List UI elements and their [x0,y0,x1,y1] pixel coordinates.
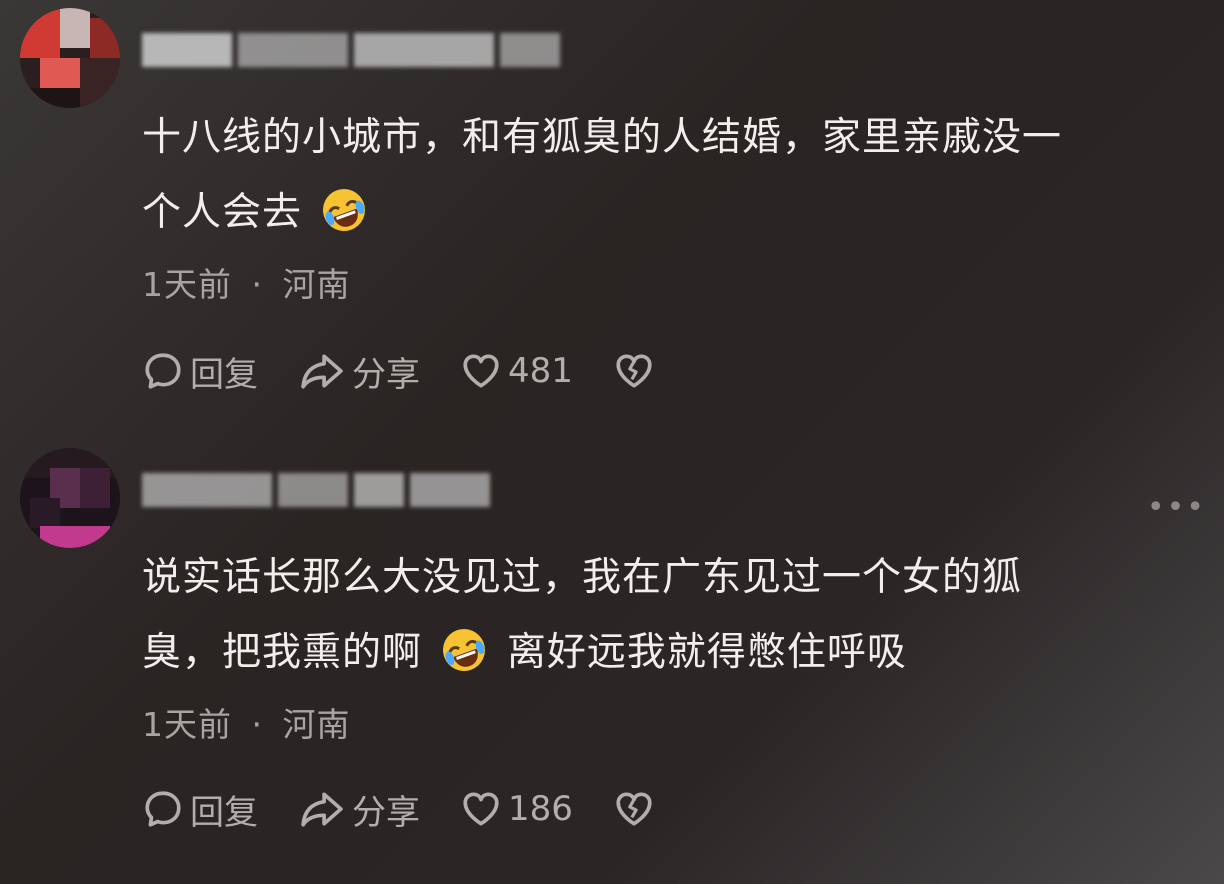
comment-actions: 回复 分享 481 [142,346,701,396]
reply-label: 回复 [190,792,258,833]
comment-bubble-icon [142,350,184,392]
comment-text-line: 十八线的小城市，和有狐臭的人结婚，家里亲戚没一 [142,115,1063,160]
username[interactable] [142,28,566,72]
comment-text-line: 臭，把我熏的啊 离好远我就得憋住呼吸 [142,615,1182,690]
comment-location: 河南 [282,705,351,744]
comment-text-line: 说实话长那么大没见过，我在广东见过一个女的狐 [142,555,1023,600]
share-button[interactable]: 分享 [298,347,420,396]
rolling-on-floor-laughing-emoji-icon [321,187,367,233]
comment-text: 十八线的小城市，和有狐臭的人结婚，家里亲戚没一 个人会去 [142,100,1182,250]
share-label: 分享 [352,354,420,395]
avatar[interactable] [20,8,120,108]
dislike-button[interactable] [613,788,661,830]
like-count: 186 [508,789,573,829]
heart-icon [460,350,502,392]
meta-separator: · [251,705,263,744]
comment-text-segment: 离好远我就得憋住呼吸 [506,630,907,675]
like-button[interactable]: 481 [460,350,573,392]
comment-bubble-icon [142,788,184,830]
dislike-button[interactable] [613,350,661,392]
more-options-button[interactable]: ••• [1147,490,1206,525]
reply-button[interactable]: 回复 [142,347,258,396]
heart-icon [460,788,502,830]
share-button[interactable]: 分享 [298,785,420,834]
comment-location: 河南 [282,265,351,304]
comment-text: 说实话长那么大没见过，我在广东见过一个女的狐 臭，把我熏的啊 离好远我就得憋住呼… [142,540,1182,690]
broken-heart-icon [613,788,655,830]
meta-separator: · [251,265,263,304]
reply-label: 回复 [190,354,258,395]
comment-text-segment: 个人会去 [142,190,303,235]
rolling-on-floor-laughing-emoji-icon [441,627,487,673]
like-button[interactable]: 186 [460,788,573,830]
avatar[interactable] [20,448,120,548]
share-label: 分享 [352,792,420,833]
comment-text-line: 个人会去 [142,175,1182,250]
comment-text-segment: 臭，把我熏的啊 [142,630,423,675]
comment-time: 1天前 [142,265,232,304]
comment-actions: 回复 分享 186 [142,784,701,834]
reply-button[interactable]: 回复 [142,785,258,834]
share-arrow-icon [298,350,346,392]
comment-time: 1天前 [142,705,232,744]
share-arrow-icon [298,788,346,830]
comment-meta: 1天前 · 河南 [142,698,351,746]
comment-meta: 1天前 · 河南 [142,258,351,306]
broken-heart-icon [613,350,655,392]
like-count: 481 [508,351,573,391]
username[interactable] [142,468,496,512]
